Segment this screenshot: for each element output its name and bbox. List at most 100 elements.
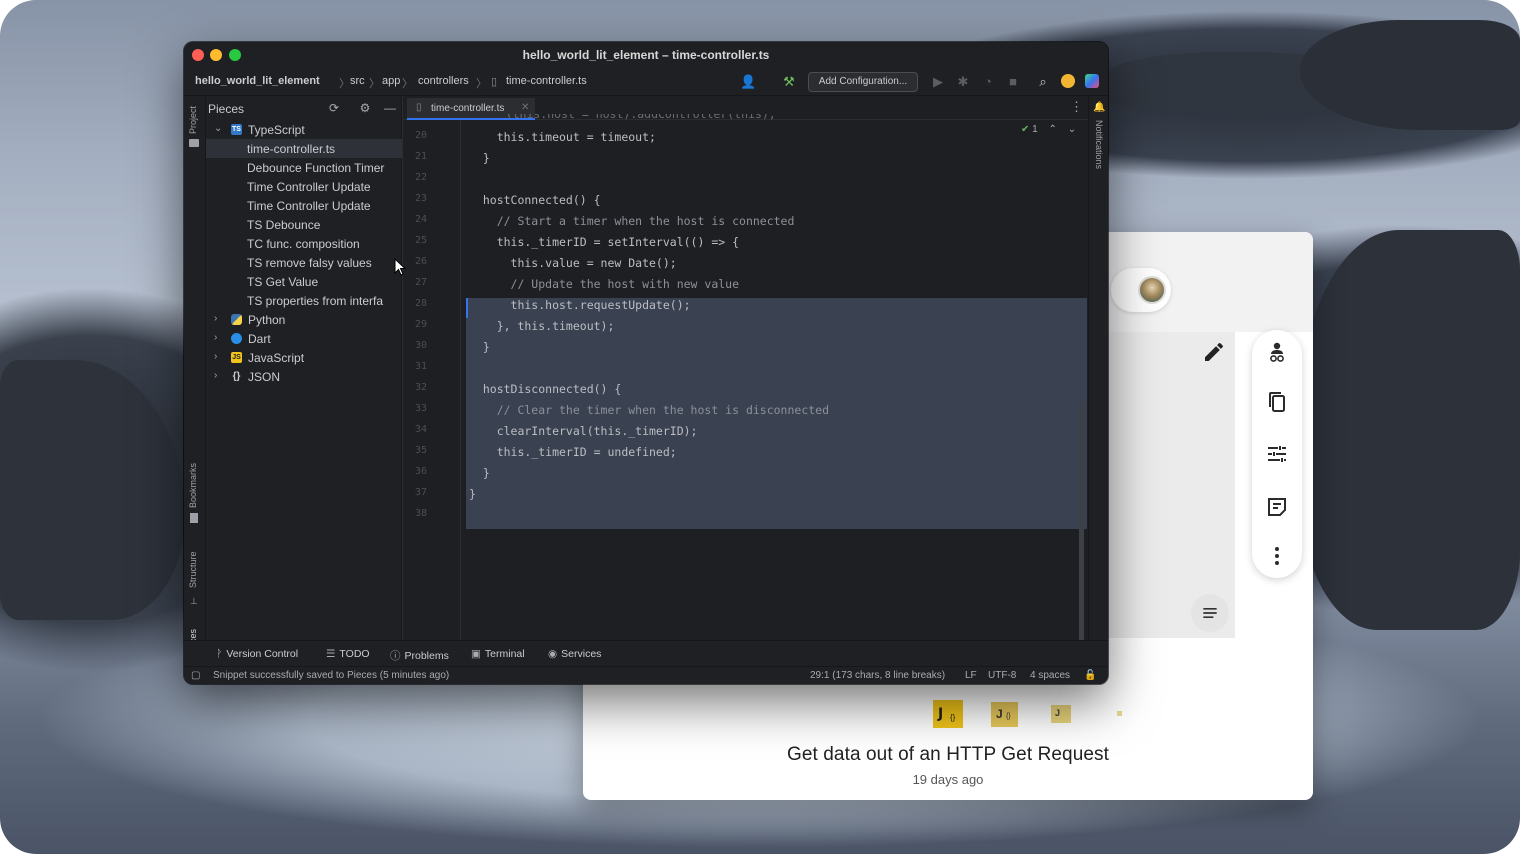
code-line[interactable]: } xyxy=(469,151,490,165)
code-line[interactable]: // Clear the timer when the host is disc… xyxy=(469,403,829,417)
code-line[interactable]: // Update the host with new value xyxy=(469,277,740,291)
breadcrumb-file[interactable]: time-controller.ts xyxy=(506,75,587,87)
line-number[interactable]: 22 xyxy=(403,172,427,183)
line-number[interactable]: 29 xyxy=(403,319,427,330)
line-number[interactable]: 26 xyxy=(403,256,427,267)
breadcrumb-project[interactable]: hello_world_lit_element xyxy=(195,75,320,87)
inspection-widget[interactable]: ✔ 1 ⌃ ⌄ xyxy=(1021,124,1076,135)
tree-group-python[interactable]: › Python xyxy=(206,310,402,329)
vertical-scrollbar[interactable] xyxy=(1079,402,1084,670)
build-hammer-icon[interactable]: ⚒ xyxy=(781,74,797,90)
code-line[interactable]: } xyxy=(469,340,490,354)
stop-icon[interactable]: ■ xyxy=(1005,74,1021,90)
tree-item-snippet[interactable]: TS properties from interfa xyxy=(206,291,402,310)
line-number[interactable]: 34 xyxy=(403,424,427,435)
notifications-icon[interactable]: 🔔 xyxy=(1093,102,1105,113)
line-number[interactable]: 25 xyxy=(403,235,427,246)
chevron-right-icon[interactable]: › xyxy=(214,351,224,362)
refresh-icon[interactable]: ⟳ xyxy=(327,101,341,115)
breadcrumb-controllers[interactable]: controllers xyxy=(418,75,469,87)
line-number[interactable]: 24 xyxy=(403,214,427,225)
debug-icon[interactable]: ✱ xyxy=(955,74,971,90)
file-encoding[interactable]: UTF-8 xyxy=(988,670,1016,681)
tree-group-typescript[interactable]: ⌄ TS TypeScript xyxy=(206,120,402,139)
folder-icon[interactable] xyxy=(189,139,199,147)
tool-version-control[interactable]: ᚹ Version Control xyxy=(216,648,298,660)
user-account-icon[interactable]: 👤 xyxy=(740,74,756,90)
chevron-down-icon[interactable]: ⌄ xyxy=(214,123,224,134)
line-number[interactable]: 32 xyxy=(403,382,427,393)
minimize-icon[interactable]: — xyxy=(383,101,397,115)
notes-icon[interactable] xyxy=(1265,495,1289,519)
ide-logo-icon[interactable] xyxy=(1084,74,1100,90)
code-line[interactable]: this.host.requestUpdate(); xyxy=(469,298,691,312)
tool-window-bookmarks[interactable]: Bookmarks xyxy=(188,463,198,508)
line-number[interactable]: 31 xyxy=(403,361,427,372)
line-number[interactable]: 21 xyxy=(403,151,427,162)
tool-terminal[interactable]: ▣ Terminal xyxy=(471,648,525,660)
line-number[interactable]: 36 xyxy=(403,466,427,477)
code-line[interactable]: (this.host = host).addController(this); xyxy=(478,114,776,122)
more-vertical-icon[interactable]: ⋮ xyxy=(1070,99,1083,115)
code-line[interactable]: this.timeout = timeout; xyxy=(469,130,656,144)
code-line[interactable]: this._timerID = undefined; xyxy=(469,445,677,459)
chevron-down-icon[interactable]: ⌄ xyxy=(1068,124,1076,135)
tree-item-snippet[interactable]: TC func. composition xyxy=(206,234,402,253)
tree-item-snippet[interactable]: TS Debounce xyxy=(206,215,402,234)
tool-services[interactable]: ◉ Services xyxy=(548,648,601,660)
chevron-up-icon[interactable]: ⌃ xyxy=(1049,124,1057,135)
copy-icon[interactable] xyxy=(1265,390,1289,414)
code-line[interactable]: hostConnected() { xyxy=(469,193,601,207)
line-number[interactable]: 23 xyxy=(403,193,427,204)
tree-item-snippet[interactable]: TS remove falsy values xyxy=(206,253,402,272)
run-icon[interactable]: ▶ xyxy=(930,74,946,90)
breadcrumb-src[interactable]: src xyxy=(350,75,365,87)
tree-item-snippet[interactable]: Time Controller Update xyxy=(206,177,402,196)
code-line[interactable]: // Start a timer when the host is connec… xyxy=(469,214,795,228)
javascript-thumbnail[interactable]: J xyxy=(1051,705,1071,723)
title-bar[interactable]: hello_world_lit_element – time-controlle… xyxy=(184,42,1108,68)
tree-item-snippet[interactable]: Debounce Function Timer xyxy=(206,158,402,177)
caret-position[interactable]: 29:1 (173 chars, 8 line breaks) xyxy=(810,670,945,681)
tool-window-project[interactable]: Project xyxy=(188,106,198,134)
chevron-right-icon[interactable]: › xyxy=(214,332,224,343)
code-line[interactable]: hostDisconnected() { xyxy=(469,382,621,396)
tree-item-snippet[interactable]: Time Controller Update xyxy=(206,196,402,215)
line-number[interactable]: 30 xyxy=(403,340,427,351)
tool-todo[interactable]: ☰ TODO xyxy=(326,648,370,660)
code-line[interactable]: clearInterval(this._timerID); xyxy=(469,424,698,438)
line-number-gutter[interactable]: 20 21 22 23 24 25 26 27 28 29 30 31 32 33 34 35 36 37 38 xyxy=(403,120,461,640)
coverage-icon[interactable]: ◔ xyxy=(980,74,996,90)
code-line[interactable]: } xyxy=(469,466,490,480)
javascript-thumbnail[interactable] xyxy=(1117,711,1122,716)
breadcrumb-app[interactable]: app xyxy=(382,75,400,87)
search-icon[interactable]: ⌕ xyxy=(1035,74,1051,90)
tree-group-json[interactable]: › {} JSON xyxy=(206,367,402,386)
code-line[interactable]: this.value = new Date(); xyxy=(469,256,677,270)
code-line[interactable]: } xyxy=(469,487,476,501)
line-number[interactable]: 33 xyxy=(403,403,427,414)
line-number[interactable]: 35 xyxy=(403,445,427,456)
snippet-title[interactable]: Get data out of an HTTP Get Request xyxy=(583,744,1313,766)
add-configuration-button[interactable]: Add Configuration... xyxy=(808,72,918,92)
tool-window-notifications[interactable]: Notifications xyxy=(1094,120,1104,169)
line-number[interactable]: 38 xyxy=(403,508,427,519)
code-line[interactable]: this._timerID = setInterval(() => { xyxy=(469,235,739,249)
status-message[interactable]: Snippet successfully saved to Pieces (5 … xyxy=(213,670,449,681)
indent-setting[interactable]: 4 spaces xyxy=(1030,670,1070,681)
avatar[interactable] xyxy=(1138,276,1166,304)
more-icon[interactable] xyxy=(1265,544,1289,568)
tool-window-structure[interactable]: Structure xyxy=(188,551,198,588)
tune-icon[interactable] xyxy=(1265,442,1289,466)
line-number[interactable]: 28 xyxy=(403,298,427,309)
line-number[interactable]: 37 xyxy=(403,487,427,498)
code-line[interactable]: }, this.timeout); xyxy=(469,319,615,333)
menu-button[interactable] xyxy=(1191,594,1229,632)
lock-icon[interactable]: 🔓 xyxy=(1084,670,1096,681)
reference-icon[interactable] xyxy=(1265,340,1289,364)
pencil-icon[interactable] xyxy=(1202,340,1226,364)
javascript-thumbnail[interactable]: J{} xyxy=(933,700,963,728)
line-number[interactable]: 27 xyxy=(403,277,427,288)
chevron-right-icon[interactable]: › xyxy=(214,370,224,381)
tree-item-snippet[interactable]: time-controller.ts xyxy=(206,139,402,158)
